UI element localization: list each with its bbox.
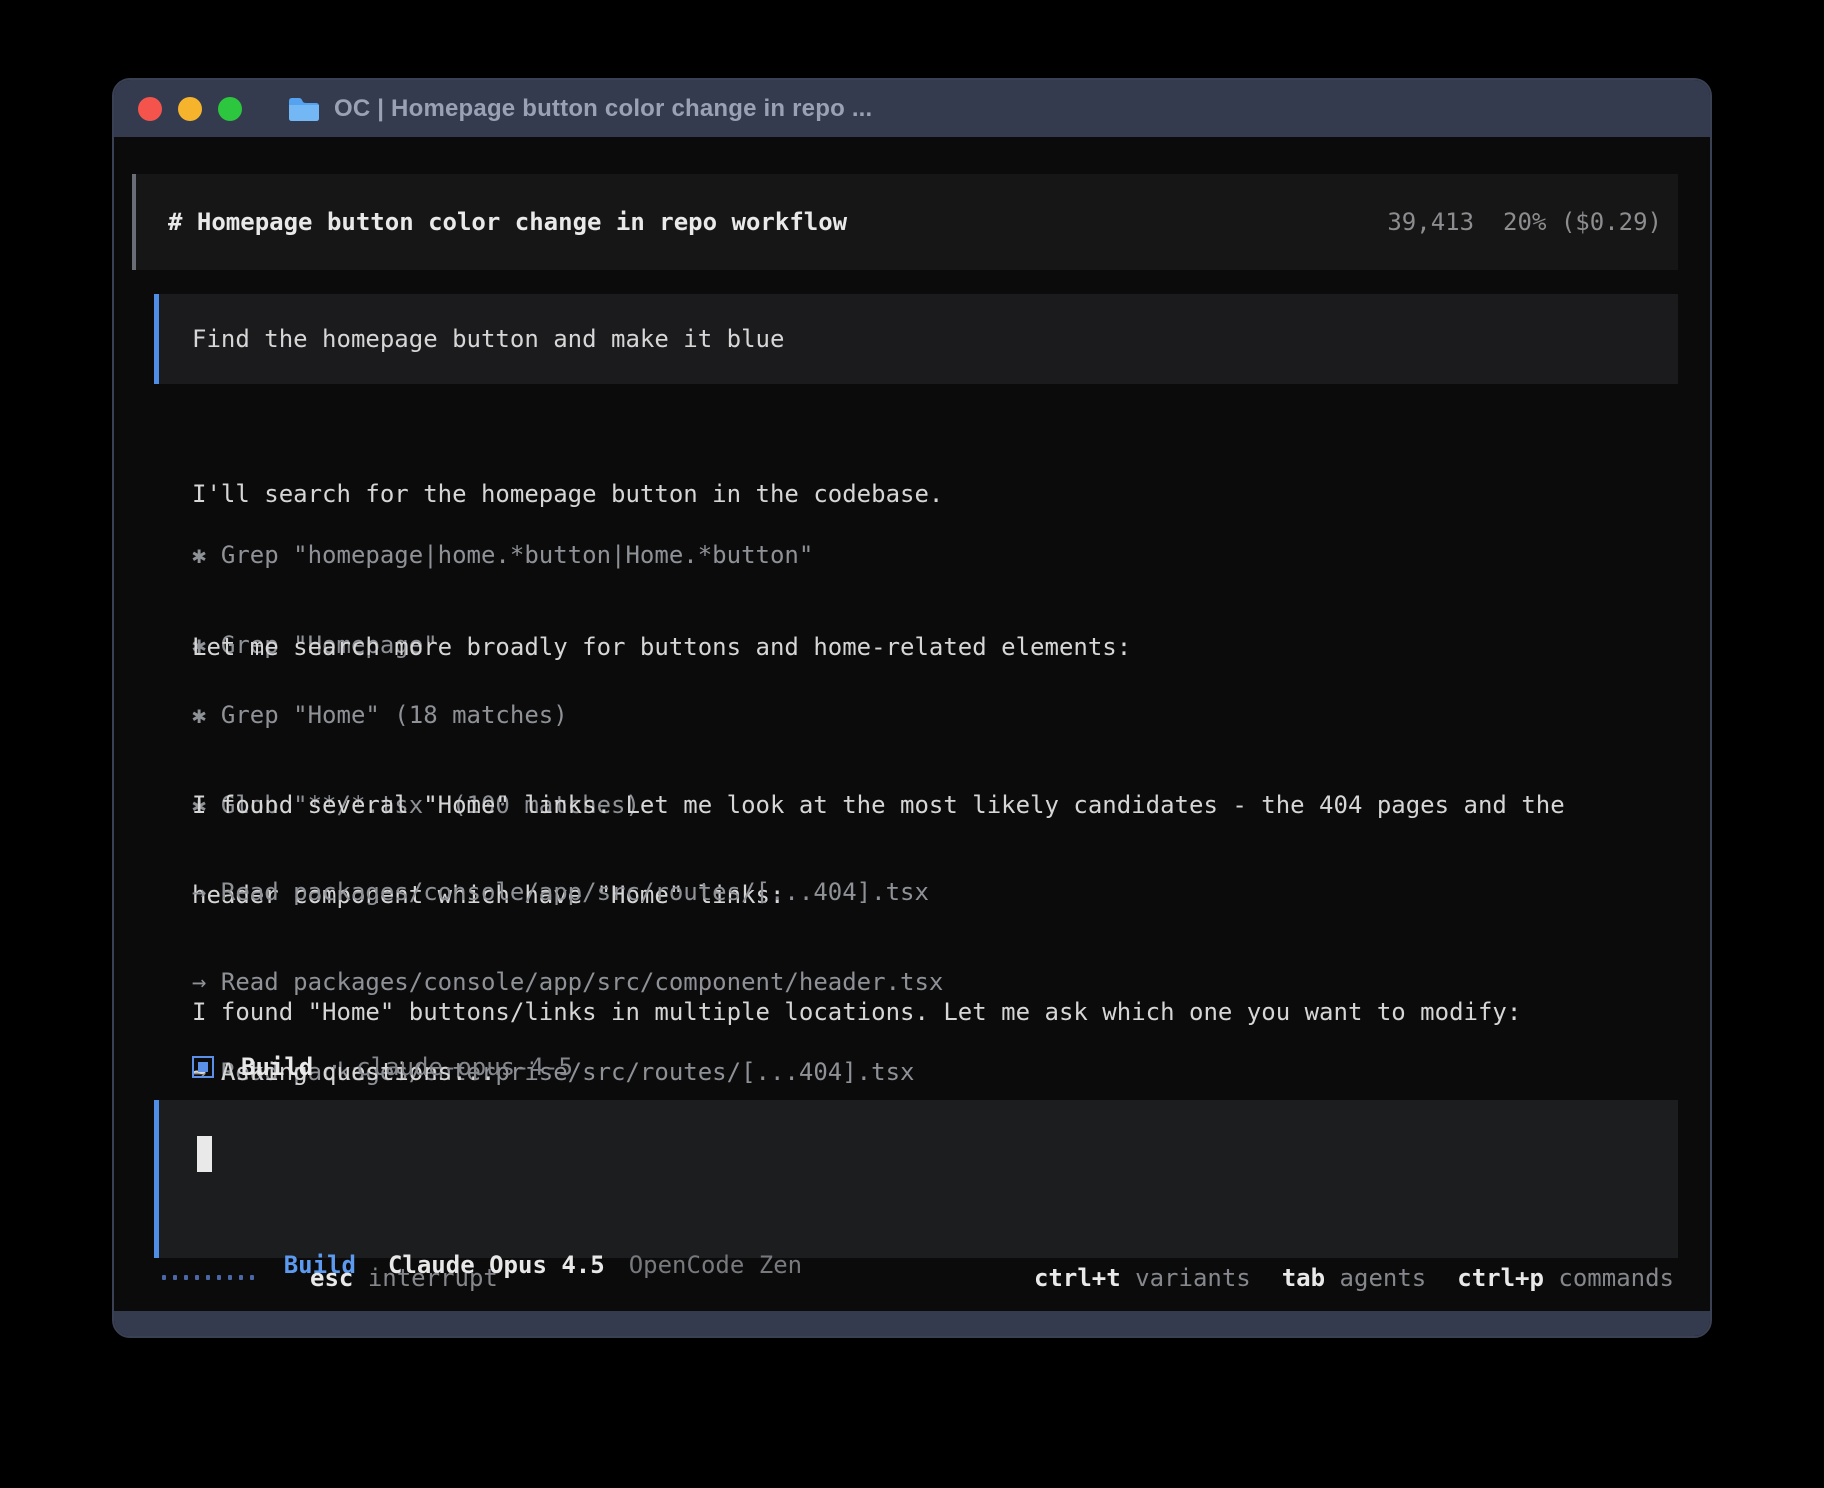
minimize-button[interactable]	[178, 97, 202, 121]
terminal-window: OC | Homepage button color change in rep…	[112, 78, 1712, 1338]
tool-call-line: ✱ Grep "homepage|home.*button|Home.*butt…	[192, 540, 813, 570]
interrupt-hint: esc interrupt	[310, 1262, 498, 1294]
shortcut-key: ctrl+p	[1457, 1264, 1544, 1292]
working-spinner-dots	[162, 1275, 254, 1280]
user-message-text: Find the homepage button and make it blu…	[192, 325, 784, 353]
context-usage: 20% ($0.29)	[1503, 208, 1662, 236]
shortcut-hint: ctrl+t variants	[1034, 1262, 1251, 1294]
folder-icon	[288, 96, 320, 122]
esc-label: interrupt	[368, 1264, 498, 1292]
model-name: · claude-opus-4-5	[327, 1053, 573, 1081]
token-count: 39,413	[1387, 208, 1474, 236]
text-cursor	[197, 1136, 212, 1172]
agent-status-line: Build · claude-opus-4-5	[192, 1052, 573, 1082]
prompt-input[interactable]: BuildClaude Opus 4.5OpenCode Zen	[154, 1100, 1678, 1258]
shortcut-key: ctrl+t	[1034, 1264, 1121, 1292]
session-header: # Homepage button color change in repo w…	[132, 174, 1678, 270]
status-bar: esc interrupt ctrl+t variants tab agents…	[114, 1262, 1710, 1294]
shortcut-label: agents	[1340, 1264, 1427, 1292]
shortcut-label: commands	[1558, 1264, 1674, 1292]
titlebar[interactable]: OC | Homepage button color change in rep…	[114, 80, 1710, 137]
shortcut-hint: ctrl+p commands	[1457, 1262, 1674, 1294]
shortcut-hint: tab agents	[1282, 1262, 1427, 1294]
agent-name: Build	[241, 1053, 313, 1081]
window-title: OC | Homepage button color change in rep…	[334, 95, 872, 123]
agent-icon	[192, 1056, 214, 1078]
close-button[interactable]	[138, 97, 162, 121]
shortcut-key: tab	[1282, 1264, 1325, 1292]
assistant-text-line: I found several "Home" links. Let me loo…	[192, 790, 1565, 820]
user-message: Find the homepage button and make it blu…	[154, 294, 1678, 384]
session-stats: 39,413 20% ($0.29)	[1358, 208, 1662, 236]
zoom-button[interactable]	[218, 97, 242, 121]
window-bottom-frame	[112, 1311, 1712, 1336]
shortcut-hints: ctrl+t variants tab agents ctrl+p comman…	[1034, 1262, 1674, 1294]
shortcut-label: variants	[1135, 1264, 1251, 1292]
tool-call-line: ✱ Grep "Home" (18 matches)	[192, 700, 640, 730]
tool-call-line: → Read packages/console/app/src/routes/[…	[192, 877, 943, 907]
esc-key: esc	[310, 1264, 353, 1292]
session-title: # Homepage button color change in repo w…	[168, 208, 847, 236]
